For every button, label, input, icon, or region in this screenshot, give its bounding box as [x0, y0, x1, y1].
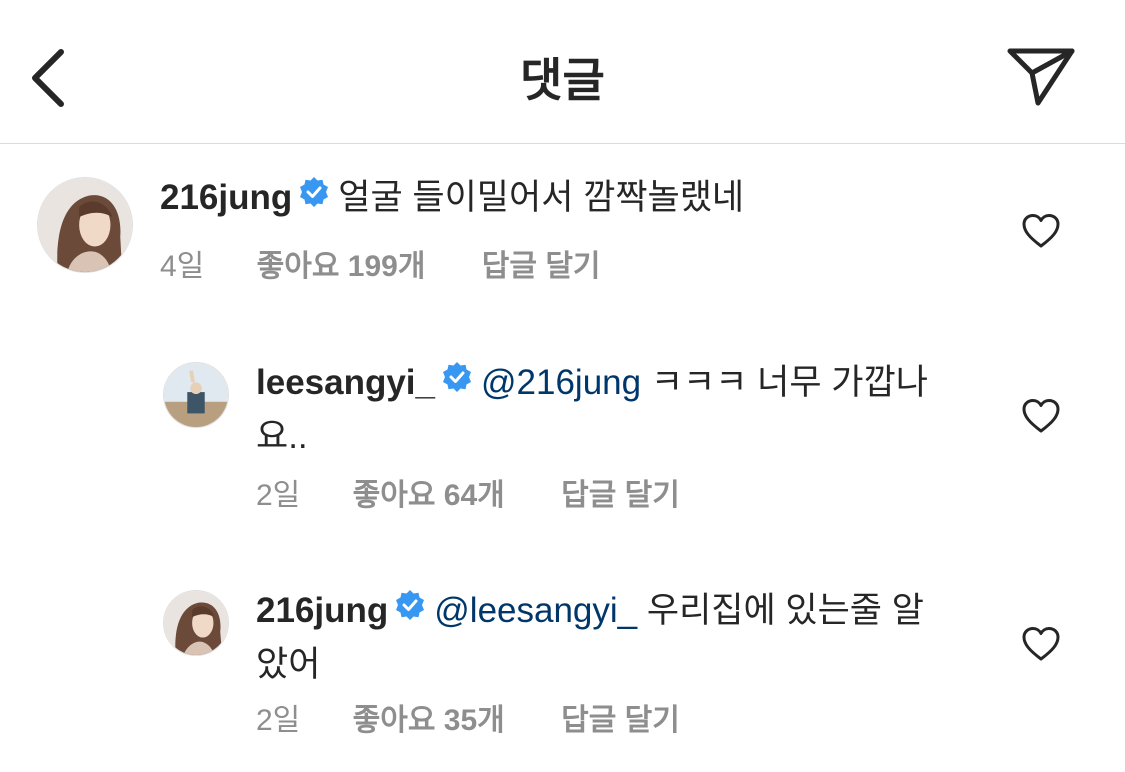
comment-username[interactable]: leesangyi_: [256, 363, 435, 402]
comment-username[interactable]: 216jung: [256, 591, 388, 630]
mention-link[interactable]: @216jung: [481, 363, 641, 402]
send-paper-plane-icon: [1007, 48, 1075, 106]
comment-time: 2일: [256, 479, 301, 512]
like-button[interactable]: [1019, 622, 1063, 666]
avatar[interactable]: [163, 362, 229, 428]
like-button[interactable]: [1019, 209, 1063, 253]
avatar[interactable]: [37, 177, 133, 273]
page-title: 댓글: [520, 54, 605, 106]
send-button[interactable]: [1005, 43, 1077, 109]
mention-link[interactable]: @leesangyi_: [434, 591, 637, 630]
comment-likes[interactable]: 좋아요 35개: [353, 695, 505, 739]
comment-time: 4일: [160, 250, 205, 283]
verified-badge-icon: [394, 584, 426, 636]
comment-time: 2일: [256, 704, 301, 737]
comment-text: 얼굴 들이밀어서 깜짝놀랬네: [338, 178, 745, 217]
avatar[interactable]: [163, 590, 229, 656]
header: 댓글: [0, 0, 1125, 144]
comment-likes[interactable]: 좋아요 64개: [353, 470, 505, 514]
comment-username[interactable]: 216jung: [160, 178, 292, 217]
reply-button[interactable]: 답글 달기: [482, 241, 601, 285]
verified-badge-icon: [441, 356, 473, 408]
reply-button[interactable]: 답글 달기: [561, 695, 680, 739]
comment-likes[interactable]: 좋아요 199개: [257, 241, 426, 285]
profile-photo: [38, 178, 132, 272]
profile-photo: [164, 591, 228, 655]
reply-button[interactable]: 답글 달기: [561, 470, 680, 514]
heart-outline-icon: [1022, 399, 1060, 433]
profile-photo: [164, 363, 228, 427]
verified-badge-icon: [298, 171, 330, 223]
heart-outline-icon: [1022, 214, 1060, 248]
heart-outline-icon: [1022, 627, 1060, 661]
like-button[interactable]: [1019, 394, 1063, 438]
